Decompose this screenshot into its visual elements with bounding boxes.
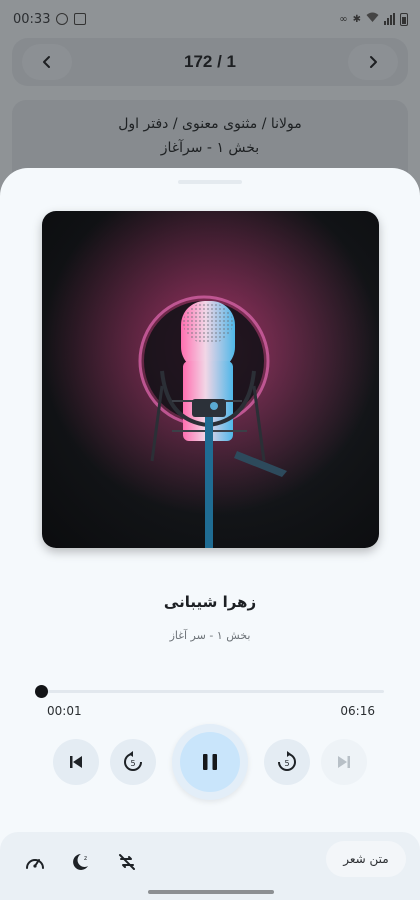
sleep-timer-icon: z (73, 854, 88, 870)
sleep-timer-button[interactable]: z (61, 843, 99, 881)
album-artwork (42, 211, 379, 548)
seek-bar[interactable] (35, 685, 384, 698)
chevron-left-icon (43, 56, 50, 68)
track-title: زهرا شیبانی (163, 593, 257, 611)
pause-icon (203, 754, 217, 770)
page-indicator: 172 / 1 (184, 52, 236, 71)
wifi-icon (366, 12, 379, 26)
forward-5-button[interactable]: 5 (264, 739, 310, 785)
svg-text:5: 5 (130, 759, 135, 768)
breadcrumb-section: بخش ۱ - سرآغاز (160, 140, 260, 156)
track-subtitle: بخش ۱ - سر آغاز (169, 629, 251, 642)
breadcrumb-path[interactable]: مولانا / مثنوی معنوی / دفتر اول (12, 112, 408, 136)
chrome-icon (56, 13, 69, 25)
status-bar: 00:33 ∞ ✱ (0, 0, 420, 38)
repeat-off-icon (119, 854, 135, 870)
status-left: 00:33 (13, 11, 87, 27)
status-time: 00:33 (13, 11, 51, 27)
speedometer-icon (26, 859, 44, 869)
home-indicator[interactable] (148, 890, 274, 894)
skip-next-icon (338, 756, 350, 768)
pager-bar: 172 / 1 (12, 38, 408, 86)
next-page-button[interactable] (348, 44, 398, 80)
replay-5-icon: 5 (124, 751, 142, 771)
player-sheet: زهرا شیبانی بخش ۱ - سر آغاز 00:01 06:16 … (0, 168, 420, 900)
prev-page-button[interactable] (22, 44, 72, 80)
playback-speed-button[interactable] (16, 843, 54, 881)
elapsed-time: 00:01 (47, 704, 82, 718)
microphone-photo (42, 211, 379, 548)
play-pause-button[interactable] (180, 732, 240, 792)
sheet-drag-handle[interactable] (178, 180, 242, 184)
total-duration: 06:16 (340, 704, 375, 718)
gallery-icon (74, 13, 87, 25)
chevron-right-icon (370, 56, 377, 68)
previous-track-button[interactable] (53, 739, 99, 785)
svg-text:5: 5 (284, 759, 289, 768)
rewind-5-button[interactable]: 5 (110, 739, 156, 785)
signal-icon (384, 13, 395, 25)
seek-thumb[interactable] (35, 685, 49, 698)
next-track-button[interactable] (321, 739, 367, 785)
status-right: ∞ ✱ (339, 12, 408, 26)
repeat-toggle-button[interactable] (108, 843, 146, 881)
poem-text-button[interactable]: متن شعر (326, 841, 406, 877)
forward-5-icon: 5 (278, 751, 296, 771)
link-icon: ∞ (339, 13, 348, 25)
bluetooth-icon: ✱ (352, 13, 361, 25)
battery-icon (400, 12, 408, 26)
skip-previous-icon (70, 756, 82, 768)
svg-text:z: z (84, 855, 87, 862)
